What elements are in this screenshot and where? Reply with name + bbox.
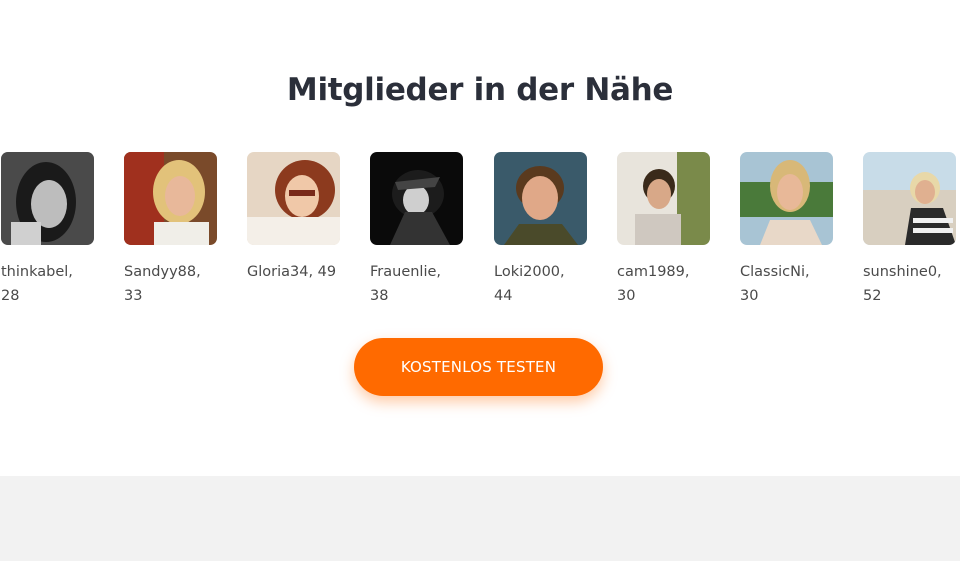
member-card[interactable]: thinkabel, 28 — [1, 152, 97, 308]
member-name: Frauenlie, — [370, 264, 442, 280]
member-age: 52 — [863, 288, 882, 304]
member-avatar[interactable] — [617, 152, 710, 245]
section-title: Mitglieder in der Nähe — [286, 72, 674, 108]
member-avatar[interactable] — [740, 152, 833, 245]
member-age: 30 — [740, 288, 759, 304]
member-name: cam1989, — [617, 264, 690, 280]
free-trial-button[interactable]: KOSTENLOS TESTEN — [354, 338, 603, 396]
member-card[interactable]: Sandyy88, 33 — [124, 152, 220, 308]
member-name: sunshine0, — [863, 264, 942, 280]
member-card[interactable]: Gloria34, 49 — [247, 152, 343, 284]
member-card[interactable]: sunshine0, 52 — [863, 152, 959, 308]
member-avatar[interactable] — [494, 152, 587, 245]
member-card[interactable]: Loki2000, 44 — [494, 152, 590, 308]
member-avatar[interactable] — [370, 152, 463, 245]
member-card[interactable]: ClassicNi, 30 — [740, 152, 836, 308]
member-age: 30 — [617, 288, 636, 304]
member-age: 38 — [370, 288, 389, 304]
member-avatar[interactable] — [863, 152, 956, 245]
member-card[interactable]: Frauenlie, 38 — [370, 152, 466, 308]
member-age: 33 — [124, 288, 143, 304]
member-age: 44 — [494, 288, 513, 304]
member-age: 28 — [1, 288, 20, 304]
member-name: Sandyy88, — [124, 264, 201, 280]
member-name: Gloria34, 49 — [247, 264, 337, 280]
member-name: Loki2000, — [494, 264, 565, 280]
member-avatar[interactable] — [1, 152, 94, 245]
member-card[interactable]: cam1989, 30 — [617, 152, 713, 308]
member-name: ClassicNi, — [740, 264, 810, 280]
member-avatar[interactable] — [247, 152, 340, 245]
footer-band — [0, 476, 960, 561]
member-avatar[interactable] — [124, 152, 217, 245]
member-name: thinkabel, — [1, 264, 73, 280]
